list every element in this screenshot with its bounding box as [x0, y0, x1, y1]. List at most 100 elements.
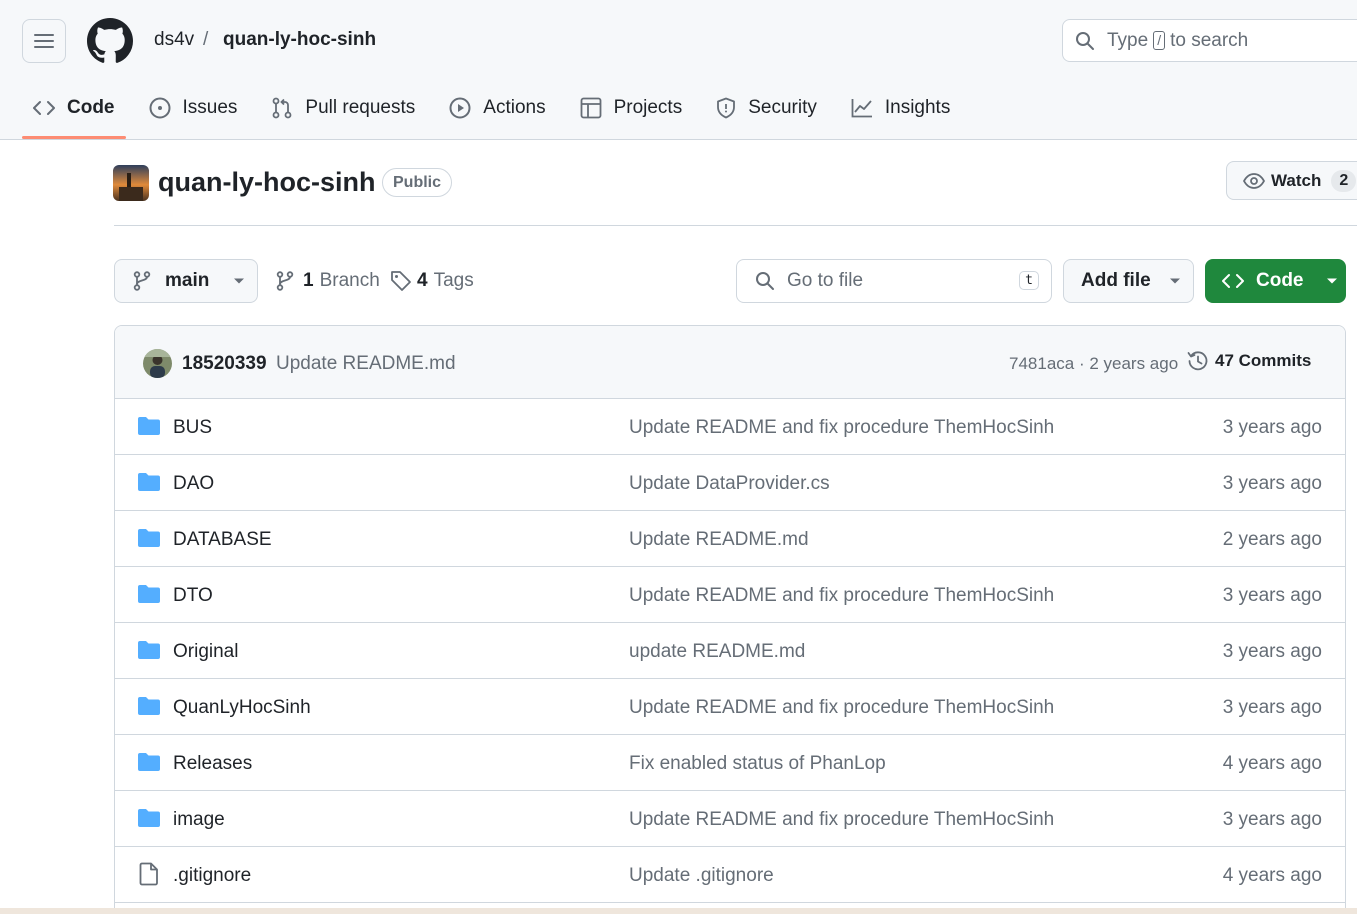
visibility-badge: Public	[382, 168, 453, 197]
tags-link[interactable]: 4 Tags	[390, 270, 474, 292]
global-search-input[interactable]: Type / to search	[1062, 19, 1357, 62]
file-row[interactable]: QuanLyHocSinh Update README and fix proc…	[115, 679, 1345, 735]
search-icon	[756, 272, 774, 290]
watch-button[interactable]: Watch 2	[1226, 161, 1357, 200]
file-name[interactable]: BUS	[173, 417, 212, 439]
file-name[interactable]: image	[173, 809, 225, 831]
github-logo-icon[interactable]	[87, 18, 133, 64]
chevron-down-icon	[1326, 278, 1337, 284]
file-commit-age: 3 years ago	[1222, 697, 1322, 718]
go-to-file-input[interactable]: Go to file t	[736, 259, 1052, 303]
git-branch-icon	[276, 271, 294, 291]
file-row[interactable]: .gitignore Update .gitignore 4 years ago	[115, 847, 1345, 903]
file-row[interactable]: DATABASE Update README.md 2 years ago	[115, 511, 1345, 567]
repo-header-bar: ds4v / quan-ly-hoc-sinh Type / to search…	[0, 0, 1357, 140]
file-commit-message[interactable]: update README.md	[629, 641, 805, 663]
tags-count: 4	[417, 270, 428, 291]
eye-icon	[1243, 172, 1265, 189]
shield-icon	[717, 97, 736, 119]
code-clone-button[interactable]: Code	[1205, 259, 1346, 303]
search-shortcut-key: /	[1153, 31, 1166, 50]
folder-icon	[138, 529, 160, 547]
file-commit-message[interactable]: Update .gitignore	[629, 865, 774, 887]
tab-code[interactable]: Code	[22, 84, 126, 139]
breadcrumb-owner[interactable]: ds4v	[154, 29, 194, 51]
tags-label: Tags	[433, 270, 474, 291]
file-browser: 18520339 Update README.md 7481aca · 2 ye…	[114, 325, 1346, 914]
tab-projects[interactable]: Projects	[569, 84, 694, 132]
tab-label: Issues	[182, 97, 238, 118]
tab-label: Code	[67, 97, 115, 118]
chevron-down-icon	[234, 278, 245, 284]
branch-selector-button[interactable]: main	[114, 259, 258, 303]
file-name[interactable]: DTO	[173, 585, 213, 607]
file-commit-message[interactable]: Update README.md	[629, 529, 809, 551]
folder-icon	[138, 697, 160, 715]
file-name[interactable]: DAO	[173, 473, 214, 495]
tag-icon	[391, 271, 411, 291]
file-row[interactable]: BUS Update README and fix procedure Them…	[115, 399, 1345, 455]
commit-message[interactable]: Update README.md	[276, 353, 456, 375]
file-commit-age: 3 years ago	[1222, 809, 1322, 830]
tab-actions[interactable]: Actions	[438, 84, 556, 132]
folder-icon	[138, 417, 160, 435]
folder-icon	[138, 809, 160, 827]
history-icon	[1187, 351, 1208, 371]
breadcrumb-repo[interactable]: quan-ly-hoc-sinh	[223, 29, 376, 51]
hamburger-icon	[34, 34, 54, 48]
folder-icon	[138, 585, 160, 603]
folder-icon	[138, 641, 160, 659]
search-placeholder-prefix: Type	[1107, 29, 1149, 51]
file-commit-message[interactable]: Update README and fix procedure ThemHocS…	[629, 809, 1054, 831]
file-commit-age: 4 years ago	[1222, 753, 1322, 774]
tab-label: Insights	[884, 97, 951, 118]
branches-count: 1	[303, 270, 314, 291]
file-commit-message[interactable]: Update README and fix procedure ThemHocS…	[629, 697, 1054, 719]
branches-link[interactable]: 1 Branch	[276, 270, 380, 292]
file-row[interactable]: Original update README.md 3 years ago	[115, 623, 1345, 679]
file-name[interactable]: .gitignore	[173, 865, 251, 887]
file-commit-message[interactable]: Update README and fix procedure ThemHocS…	[629, 585, 1054, 607]
commit-author[interactable]: 18520339	[182, 353, 267, 375]
file-commit-age: 2 years ago	[1222, 529, 1322, 550]
file-name[interactable]: QuanLyHocSinh	[173, 697, 311, 719]
file-commit-age: 3 years ago	[1222, 641, 1322, 662]
tab-insights[interactable]: Insights	[840, 84, 961, 132]
watch-count: 2	[1331, 169, 1357, 192]
file-row[interactable]: image Update README and fix procedure Th…	[115, 791, 1345, 847]
file-row[interactable]: DAO Update DataProvider.cs 3 years ago	[115, 455, 1345, 511]
tab-issues[interactable]: Issues	[138, 84, 249, 132]
watch-label: Watch	[1271, 170, 1322, 190]
commits-count-label: 47 Commits	[1215, 351, 1312, 370]
table-icon	[580, 97, 601, 119]
file-name[interactable]: Original	[173, 641, 238, 663]
file-row[interactable]: Releases Fix enabled status of PhanLop 4…	[115, 735, 1345, 791]
code-icon	[1222, 274, 1244, 288]
repo-title[interactable]: quan-ly-hoc-sinh	[158, 167, 376, 198]
file-name[interactable]: Releases	[173, 753, 252, 775]
latest-commit-bar: 18520339 Update README.md 7481aca · 2 ye…	[115, 326, 1345, 399]
file-name[interactable]: DATABASE	[173, 529, 272, 551]
file-row[interactable]: DTO Update README and fix procedure Them…	[115, 567, 1345, 623]
tab-label: Security	[748, 97, 817, 118]
commit-author-avatar[interactable]	[143, 349, 172, 378]
tab-pull-requests[interactable]: Pull requests	[260, 84, 426, 132]
go-to-file-shortcut: t	[1019, 271, 1039, 290]
tab-label: Pull requests	[305, 97, 416, 118]
breadcrumb-separator: /	[203, 29, 209, 50]
file-commit-message[interactable]: Fix enabled status of PhanLop	[629, 753, 886, 775]
play-icon	[449, 97, 471, 119]
hamburger-menu-button[interactable]	[22, 19, 66, 63]
tab-security[interactable]: Security	[705, 84, 828, 132]
add-file-label: Add file	[1081, 270, 1151, 291]
file-icon	[139, 862, 158, 886]
file-commit-message[interactable]: Update DataProvider.cs	[629, 473, 830, 495]
file-commit-message[interactable]: Update README and fix procedure ThemHocS…	[629, 417, 1054, 439]
issue-icon	[149, 97, 170, 119]
git-branch-icon	[133, 271, 151, 291]
branches-label: Branch	[319, 270, 380, 291]
commits-history-link[interactable]: 47 Commits	[1187, 350, 1311, 372]
graph-icon	[851, 99, 872, 118]
add-file-button[interactable]: Add file	[1063, 259, 1194, 303]
commit-hash-time[interactable]: 7481aca · 2 years ago	[1009, 354, 1178, 374]
